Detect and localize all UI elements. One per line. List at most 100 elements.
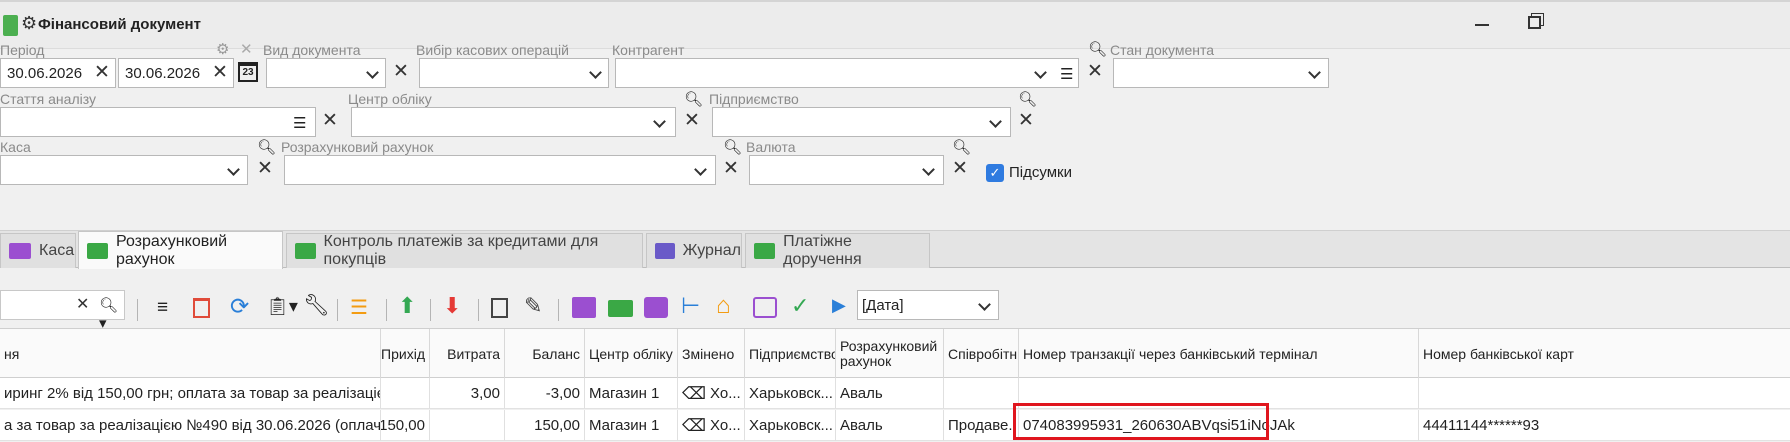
clear-icon[interactable]: ✕: [76, 295, 89, 315]
print-icon[interactable]: [644, 297, 668, 318]
col-employee[interactable]: Співробітни: [944, 329, 1019, 379]
analysis-label: Стаття аналізу: [0, 91, 96, 107]
col-transaction-number[interactable]: Номер транзакції через банківський термі…: [1019, 329, 1419, 379]
cash-ops-select[interactable]: [419, 58, 609, 88]
analysis-select[interactable]: ☰: [0, 107, 316, 137]
col-changed[interactable]: Змінено: [678, 329, 745, 379]
search-icon[interactable]: 🔍︎: [1018, 90, 1037, 108]
cell-balance: -3,00: [505, 378, 585, 409]
clear-currency-icon[interactable]: ✕: [952, 159, 968, 179]
edit-icon[interactable]: ✎: [524, 293, 542, 319]
cell-employee: [944, 378, 1019, 409]
col-card-number[interactable]: Номер банківської карт: [1419, 329, 1790, 379]
search-icon[interactable]: 🔍︎▾: [99, 296, 124, 332]
clear-doc-type-icon[interactable]: ✕: [393, 62, 409, 82]
tab-credit-control[interactable]: Контроль платежів за кредитами для покуп…: [286, 233, 643, 268]
col-description[interactable]: ня: [0, 329, 381, 379]
refresh-icon[interactable]: ⟳: [230, 293, 249, 320]
clear-center-icon[interactable]: ✕: [684, 111, 700, 131]
list-icon[interactable]: ☰: [293, 114, 306, 132]
copy-icon[interactable]: [491, 298, 508, 318]
search-icon[interactable]: 🔍︎: [1088, 40, 1107, 58]
center-label: Центр обліку: [348, 91, 432, 107]
tab-payment-order[interactable]: Платіжне доручення: [745, 233, 930, 268]
arrow-up-icon[interactable]: ⬆: [398, 293, 416, 319]
period-from-field[interactable]: 30.06.2026 ✕: [0, 58, 116, 88]
highlight-box: [1013, 403, 1269, 440]
search-icon[interactable]: 🔍︎: [684, 90, 703, 108]
search-icon[interactable]: 🔍︎: [257, 138, 276, 156]
search-icon[interactable]: 🔍︎: [952, 138, 971, 156]
minimize-icon[interactable]: [1475, 24, 1489, 26]
chevron-down-icon: [366, 66, 379, 79]
account-select[interactable]: [284, 155, 716, 185]
clear-icon[interactable]: ✕: [212, 63, 228, 83]
document-icon: [3, 15, 18, 36]
cashbox-icon[interactable]: [572, 297, 596, 318]
col-balance[interactable]: Баланс: [505, 329, 585, 379]
wrench-icon[interactable]: 🔧︎: [303, 294, 330, 318]
cell-center: Магазин 1: [585, 378, 678, 409]
settings-icon[interactable]: ⚙: [216, 40, 229, 58]
tab-settlement-account[interactable]: Розрахунковий рахунок: [78, 231, 283, 269]
col-account[interactable]: Розрахунковий рахунок: [836, 329, 944, 379]
list-icon[interactable]: ☰: [350, 295, 368, 320]
gear-icon[interactable]: ⚙: [21, 13, 37, 34]
cell-income: 150,00: [381, 410, 430, 441]
doc-state-select[interactable]: [1113, 58, 1329, 88]
table-row[interactable]: а за товар за реалізацією №490 від 30.06…: [0, 410, 1790, 441]
calendar-icon[interactable]: 23: [238, 62, 258, 82]
window-title: Фінансовий документ: [38, 16, 201, 33]
clear-counterparty-icon[interactable]: ✕: [1087, 62, 1103, 82]
search-icon[interactable]: 🔍︎: [723, 138, 742, 156]
currency-label: Валюта: [746, 139, 796, 155]
cell-account: Аваль: [836, 378, 944, 409]
clear-icon[interactable]: ✕: [94, 63, 110, 83]
separator: [386, 299, 387, 321]
print-preview-icon[interactable]: [753, 297, 777, 318]
tab-journal[interactable]: Журнал: [646, 233, 742, 268]
totals-checkbox[interactable]: ✓: [986, 164, 1004, 182]
clear-cashbox-icon[interactable]: ✕: [257, 159, 273, 179]
cell-card-number: 44411144******93: [1423, 417, 1540, 434]
clear-analysis-icon[interactable]: ✕: [322, 111, 338, 131]
enterprise-select[interactable]: [712, 107, 1011, 137]
chevron-down-icon: [653, 115, 666, 128]
cell-description: а за товар за реалізацією №490 від 30.06…: [0, 410, 381, 441]
restore-icon[interactable]: [1528, 16, 1541, 29]
chevron-down-icon: [1034, 66, 1047, 79]
play-icon[interactable]: ▶: [832, 295, 846, 316]
cashbox-label: Каса: [0, 139, 31, 155]
counterparty-label: Контрагент: [612, 42, 685, 58]
center-select[interactable]: [351, 107, 676, 137]
sort-select[interactable]: [Дата]: [857, 290, 999, 320]
check-icon[interactable]: ✓: [791, 293, 809, 319]
currency-select[interactable]: [749, 155, 944, 185]
account-label: Розрахунковий рахунок: [281, 139, 434, 155]
counterparty-select[interactable]: ☰: [615, 58, 1079, 88]
cashbox-select[interactable]: [0, 155, 248, 185]
account-icon[interactable]: [608, 300, 633, 317]
doc-type-select[interactable]: [266, 58, 386, 88]
col-expense[interactable]: Витрата: [430, 329, 505, 379]
tab-cashbox[interactable]: Каса: [0, 233, 76, 268]
col-income[interactable]: Прихід: [381, 329, 430, 379]
list-icon[interactable]: ☰: [1060, 65, 1073, 83]
col-enterprise[interactable]: Підприємство: [745, 329, 836, 379]
tree-icon[interactable]: ⊢: [681, 293, 700, 319]
arrow-down-icon[interactable]: ⬇: [443, 293, 461, 319]
period-to-field[interactable]: 30.06.2026 ✕: [118, 58, 234, 88]
col-center[interactable]: Центр обліку: [585, 329, 678, 379]
table-row[interactable]: иринг 2% від 150,00 грн; оплата за товар…: [0, 378, 1790, 409]
clipboard-icon[interactable]: 📋︎▾: [266, 296, 298, 317]
period-label: Період: [0, 42, 45, 58]
filter-icon[interactable]: ≡: [157, 297, 168, 319]
cell-description: иринг 2% від 150,00 грн; оплата за товар…: [0, 378, 381, 409]
home-icon[interactable]: ⌂: [716, 292, 731, 320]
delete-icon[interactable]: [193, 298, 210, 318]
clear-period-icon[interactable]: ✕: [240, 40, 253, 58]
clear-enterprise-icon[interactable]: ✕: [1018, 111, 1034, 131]
clear-account-icon[interactable]: ✕: [723, 159, 739, 179]
chevron-down-icon: [989, 115, 1002, 128]
quick-search-input[interactable]: ✕ 🔍︎▾: [0, 290, 125, 332]
